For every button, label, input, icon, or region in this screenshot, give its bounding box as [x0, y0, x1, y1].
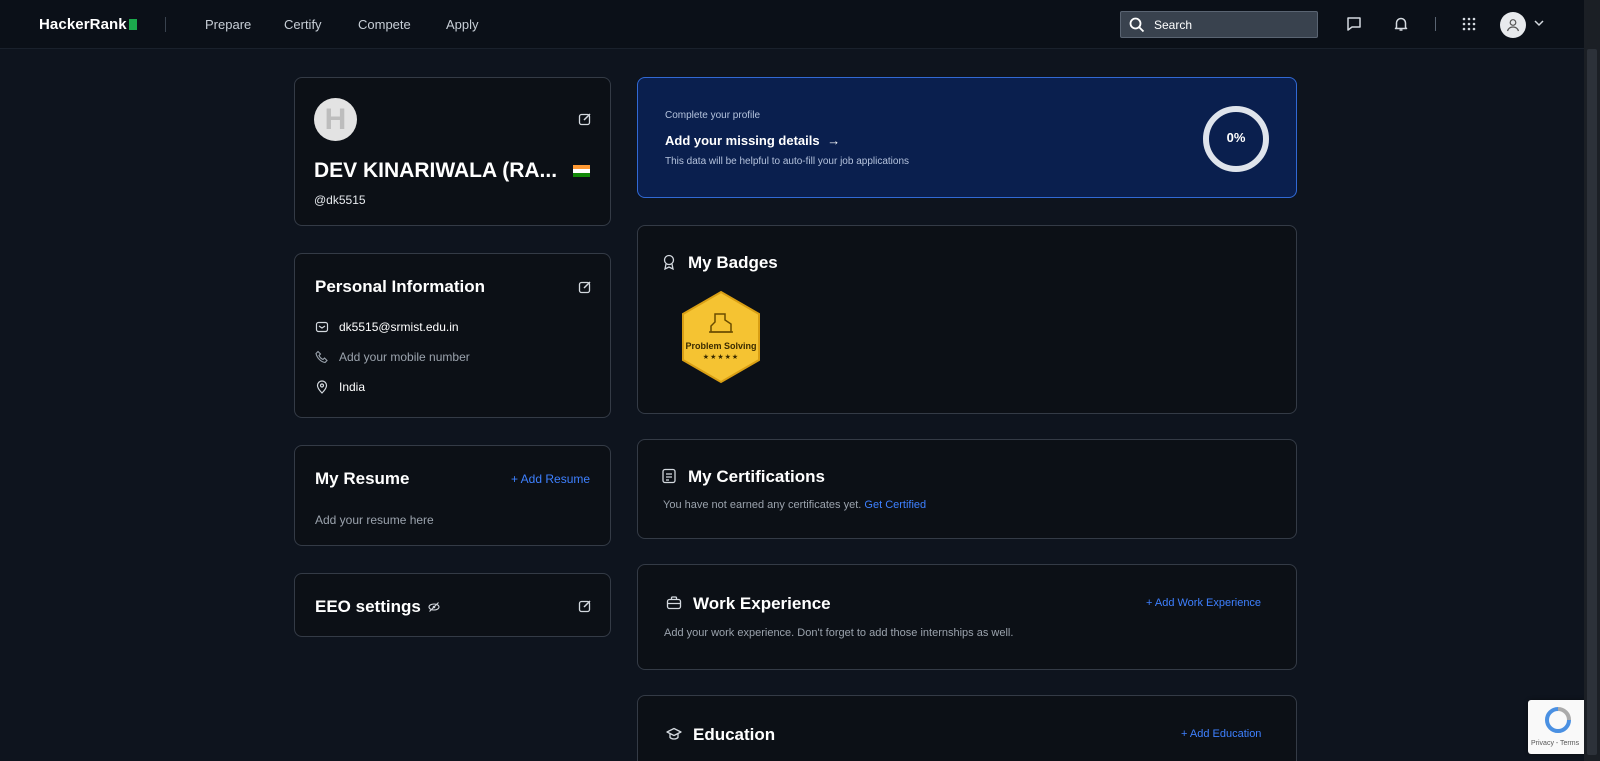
location-value: India — [339, 380, 366, 394]
page-scrollbar[interactable] — [1584, 0, 1600, 761]
hackerrank-logo[interactable]: HackerRank — [39, 16, 137, 33]
user-avatar-icon[interactable] — [1500, 12, 1526, 38]
badges-card: My Badges Problem Solving ★★★★★ — [637, 225, 1297, 414]
card-title: Education — [693, 725, 776, 744]
add-missing-details-link[interactable]: Add your missing details → — [665, 133, 840, 148]
arrow-right-icon: → — [827, 133, 841, 148]
badge-ribbon-icon — [663, 254, 675, 270]
work-experience-card: Work Experience + Add Work Experience Ad… — [637, 564, 1297, 670]
get-certified-link[interactable]: Get Certified — [864, 499, 926, 511]
card-title: Personal Information — [315, 277, 486, 296]
phone-row[interactable]: Add your mobile number — [315, 350, 470, 364]
complete-description: This data will be helpful to auto-fill y… — [665, 156, 910, 167]
chat-icon[interactable] — [1344, 14, 1364, 34]
profile-handle: @dk5515 — [314, 193, 366, 207]
profile-card: H DEV KINARIWALA (RA... @dk5515 — [294, 77, 611, 226]
bell-icon[interactable] — [1391, 14, 1411, 34]
certifications-empty-row: You have not earned any certificates yet… — [663, 499, 926, 511]
card-title: EEO settings — [315, 597, 440, 617]
add-education-button[interactable]: + Add Education — [1181, 728, 1261, 740]
complete-profile-card[interactable]: Complete your profile Add your missing d… — [637, 77, 1297, 198]
india-flag-icon — [573, 165, 590, 177]
edit-icon[interactable] — [578, 599, 592, 613]
email-row: dk5515@srmist.edu.in — [315, 320, 459, 334]
recaptcha-badge[interactable]: Privacy - Terms — [1528, 700, 1588, 754]
card-title: My Resume — [315, 469, 410, 488]
avatar: H — [314, 98, 357, 141]
location-pin-icon — [316, 380, 328, 394]
mail-icon — [315, 321, 329, 333]
search-placeholder: Search — [1154, 17, 1193, 32]
complete-kicker: Complete your profile — [665, 110, 761, 121]
card-title: My Badges — [688, 253, 778, 272]
recaptcha-text: Privacy - Terms — [1531, 740, 1580, 747]
nav-link-prepare[interactable]: Prepare — [205, 17, 251, 32]
certifications-card: My Certifications You have not earned an… — [637, 439, 1297, 539]
progress-percent: 0% — [1226, 130, 1246, 145]
hexagon-badge-icon — [682, 290, 760, 384]
eeo-title-text: EEO settings — [315, 597, 421, 616]
nav-link-certify[interactable]: Certify — [284, 17, 322, 32]
graduation-cap-icon — [666, 727, 682, 740]
logo-text: HackerRank — [39, 16, 127, 33]
top-navbar: HackerRank Prepare Certify Compete Apply… — [0, 0, 1584, 49]
card-title: Work Experience — [693, 594, 831, 613]
resume-card: My Resume + Add Resume Add your resume h… — [294, 445, 611, 546]
nav-link-compete[interactable]: Compete — [358, 17, 411, 32]
problem-solving-badge[interactable]: Problem Solving ★★★★★ — [679, 290, 763, 384]
badge-stars: ★★★★★ — [702, 354, 740, 361]
email-value: dk5515@srmist.edu.in — [339, 320, 459, 334]
edit-icon[interactable] — [578, 112, 592, 126]
work-placeholder: Add your work experience. Don't forget t… — [664, 627, 1014, 639]
avatar-letter: H — [324, 102, 347, 136]
briefcase-icon — [666, 596, 682, 610]
recaptcha-logo-icon — [1545, 707, 1571, 733]
eye-off-icon — [428, 602, 440, 612]
progress-ring: 0% — [1202, 105, 1270, 173]
phone-placeholder: Add your mobile number — [339, 350, 470, 364]
certificate-icon — [662, 468, 676, 484]
personal-information-card: Personal Information dk5515@srmist.edu.i… — [294, 253, 611, 418]
headline-text: Add your missing details — [665, 133, 820, 148]
nav-link-apply[interactable]: Apply — [446, 17, 479, 32]
search-input[interactable]: Search — [1120, 11, 1318, 38]
phone-icon — [315, 350, 328, 364]
eeo-settings-card: EEO settings — [294, 573, 611, 637]
card-title: My Certifications — [688, 467, 825, 486]
badge-label: Problem Solving — [685, 341, 757, 351]
scrollbar-thumb[interactable] — [1587, 49, 1597, 755]
apps-grid-icon[interactable] — [1459, 14, 1479, 34]
nav-divider — [165, 17, 166, 32]
add-resume-button[interactable]: + Add Resume — [511, 472, 590, 486]
nav-divider-2 — [1435, 17, 1436, 31]
search-icon — [1129, 17, 1145, 32]
edit-icon[interactable] — [578, 280, 592, 294]
resume-placeholder: Add your resume here — [315, 513, 434, 527]
add-work-experience-button[interactable]: + Add Work Experience — [1146, 597, 1261, 609]
certifications-empty-text: You have not earned any certificates yet… — [663, 499, 862, 511]
profile-name: DEV KINARIWALA (RA... — [314, 159, 558, 182]
education-card: Education + Add Education — [637, 695, 1297, 761]
chevron-down-icon[interactable] — [1533, 16, 1545, 34]
logo-mark — [128, 19, 137, 30]
location-row: India — [315, 380, 365, 394]
